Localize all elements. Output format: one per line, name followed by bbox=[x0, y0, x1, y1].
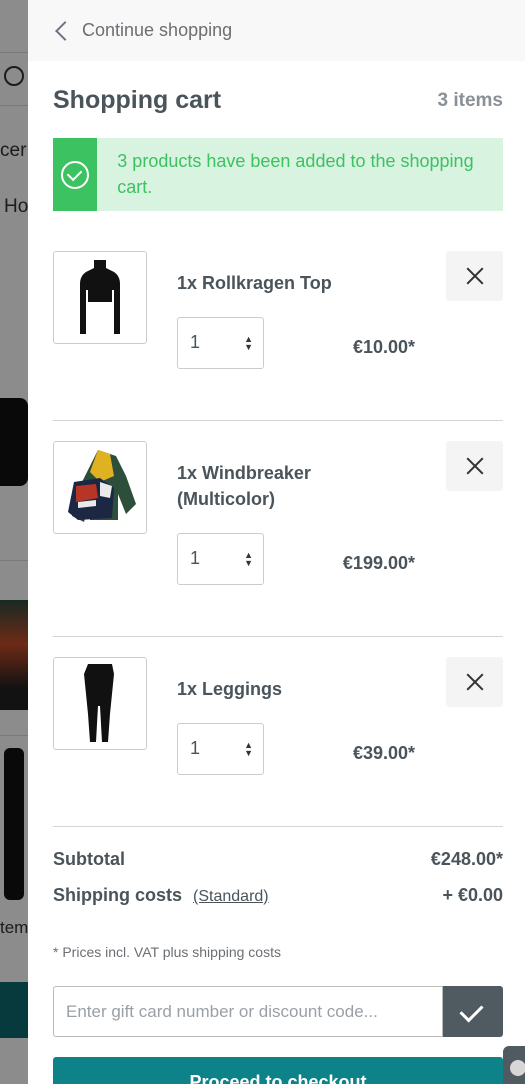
item-divider bbox=[53, 636, 503, 637]
product-image-turtleneck[interactable] bbox=[53, 251, 147, 344]
item-name[interactable]: 1x Windbreaker (Multicolor) bbox=[177, 460, 347, 512]
offcanvas-cart: Continue shopping Shopping cart 3 items … bbox=[28, 0, 525, 1084]
item-name[interactable]: 1x Rollkragen Top bbox=[177, 270, 347, 296]
subtotal-value: €248.00* bbox=[430, 849, 503, 869]
checkmark-icon bbox=[459, 998, 484, 1023]
product-image-windbreaker[interactable] bbox=[53, 441, 147, 534]
voucher-form: Enter gift card number or discount code.… bbox=[53, 986, 503, 1037]
select-arrows-icon: ▲ ▼ bbox=[244, 334, 253, 352]
summary-divider bbox=[53, 826, 503, 827]
shipping-value: + €0.00 bbox=[442, 885, 503, 905]
subtotal-row: Subtotal €248.00* bbox=[53, 849, 503, 870]
item-price: €199.00* bbox=[342, 553, 415, 573]
quantity-value: 1 bbox=[190, 332, 201, 352]
item-divider bbox=[53, 420, 503, 421]
shipping-method-link[interactable]: (Standard) bbox=[193, 888, 269, 905]
quantity-value: 1 bbox=[190, 738, 201, 758]
alert-icon-box bbox=[53, 138, 98, 211]
continue-shopping-label: Continue shopping bbox=[82, 20, 233, 40]
cart-header: Shopping cart 3 items bbox=[53, 86, 503, 115]
chevron-left-icon bbox=[55, 20, 75, 41]
alert-message: 3 products have been added to the shoppi… bbox=[117, 151, 474, 197]
success-alert: 3 products have been added to the shoppi… bbox=[53, 138, 503, 211]
quantity-value: 1 bbox=[190, 548, 201, 568]
quantity-select[interactable]: 1 ▲ ▼ bbox=[177, 723, 264, 775]
quantity-select[interactable]: 1 ▲ ▼ bbox=[177, 317, 264, 369]
remove-item-button[interactable] bbox=[446, 441, 503, 491]
shipping-label: Shipping costs bbox=[53, 885, 183, 905]
voucher-input[interactable]: Enter gift card number or discount code.… bbox=[53, 986, 443, 1037]
subtotal-label: Subtotal bbox=[53, 849, 125, 869]
vat-note: * Prices incl. VAT plus shipping costs bbox=[53, 944, 281, 960]
select-arrows-icon: ▲ ▼ bbox=[244, 740, 253, 758]
check-circle-icon bbox=[61, 160, 90, 189]
product-image-leggings[interactable] bbox=[53, 657, 147, 750]
cart-item-count: 3 items bbox=[437, 89, 503, 111]
voucher-submit-button[interactable] bbox=[443, 986, 503, 1037]
cart-title: Shopping cart bbox=[53, 86, 222, 114]
quantity-select[interactable]: 1 ▲ ▼ bbox=[177, 533, 264, 585]
proceed-to-checkout-button[interactable]: Proceed to checkout bbox=[53, 1057, 503, 1084]
item-price: €10.00* bbox=[352, 337, 415, 357]
item-price: €39.00* bbox=[352, 743, 415, 763]
remove-item-button[interactable] bbox=[446, 251, 503, 301]
continue-shopping-link[interactable]: Continue shopping bbox=[28, 0, 525, 61]
cookie-settings-button[interactable] bbox=[503, 1046, 525, 1084]
shipping-row: Shipping costs (Standard) + €0.00 bbox=[53, 885, 503, 906]
cookie-icon bbox=[510, 1060, 525, 1076]
item-name[interactable]: 1x Leggings bbox=[177, 676, 347, 702]
select-arrows-icon: ▲ ▼ bbox=[244, 550, 253, 568]
remove-item-button[interactable] bbox=[446, 657, 503, 707]
